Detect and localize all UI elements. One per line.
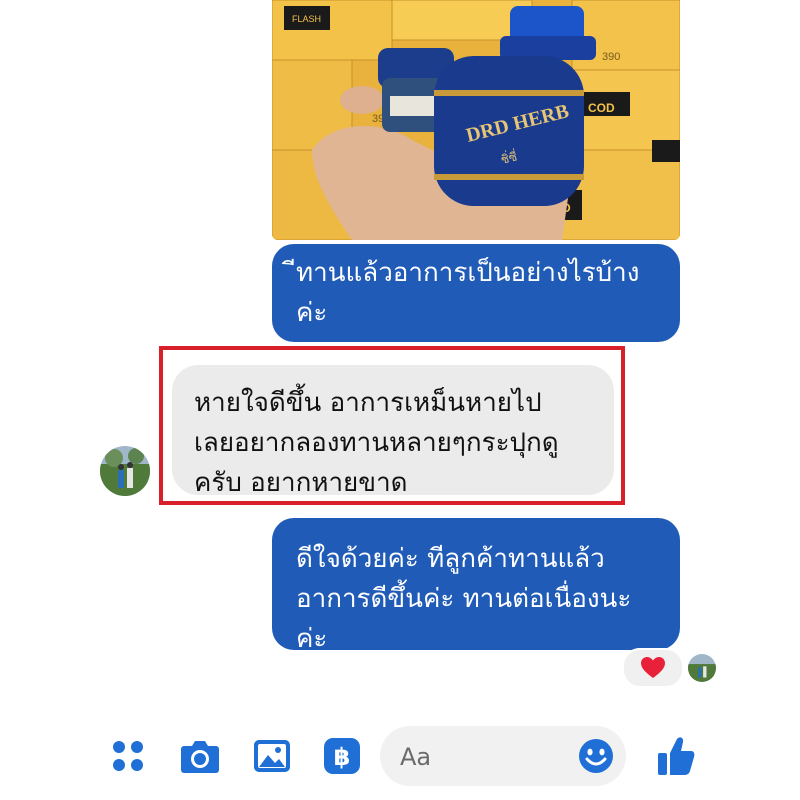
- message-line: ค่ะ: [296, 624, 328, 654]
- heart-icon: [641, 657, 665, 678]
- message-line: ค่ะ: [296, 298, 328, 328]
- message-composer[interactable]: [380, 726, 626, 786]
- message-line: เลยอยากลองทานหลายๆกระปุกดู: [194, 428, 559, 458]
- svg-text:฿: ฿: [334, 743, 351, 771]
- message-line: ีทานแล้วอาการเป็นอย่างไรบ้าง: [296, 258, 640, 288]
- thumbs-up-icon[interactable]: [654, 734, 698, 778]
- box-brand-flash: FLASH: [292, 14, 321, 24]
- message-outgoing-1[interactable]: ีทานแล้วอาการเป็นอย่างไรบ้าง ค่ะ: [272, 244, 680, 342]
- message-outgoing-2[interactable]: ดีใจด้วยค่ะ ทีลูกค้าทานแล้ว อาการดีขึ้นค…: [272, 518, 680, 654]
- contact-avatar[interactable]: [100, 446, 150, 496]
- message-incoming-1[interactable]: หายใจดีขึ้น อาการเหม็นหายไป เลยอยากลองทา…: [172, 365, 614, 498]
- heart-reaction[interactable]: [622, 648, 684, 688]
- box-brand-cod: COD: [588, 101, 615, 115]
- composer-toolbar: ฿: [0, 720, 800, 790]
- message-line: ดีใจด้วยค่ะ ทีลูกค้าทานแล้ว: [296, 544, 605, 574]
- camera-icon[interactable]: [178, 734, 222, 778]
- message-line: ครับ อยากหายขาด: [194, 468, 408, 498]
- baht-icon[interactable]: ฿: [320, 734, 364, 778]
- seen-avatar: [688, 654, 716, 682]
- message-input[interactable]: [398, 736, 572, 778]
- box-price-2: 390: [602, 51, 620, 63]
- image-icon[interactable]: [250, 734, 294, 778]
- menu-dots-icon[interactable]: [106, 734, 150, 778]
- message-line: หายใจดีขึ้น อาการเหม็นหายไป: [194, 388, 542, 418]
- product-photo[interactable]: FLASH COD COD 390 390 DRD HERB ชิ่ซี่: [272, 0, 680, 240]
- message-line: อาการดีขึ้นค่ะ ทานต่อเนื่องนะ: [296, 584, 632, 614]
- emoji-icon[interactable]: [578, 738, 614, 774]
